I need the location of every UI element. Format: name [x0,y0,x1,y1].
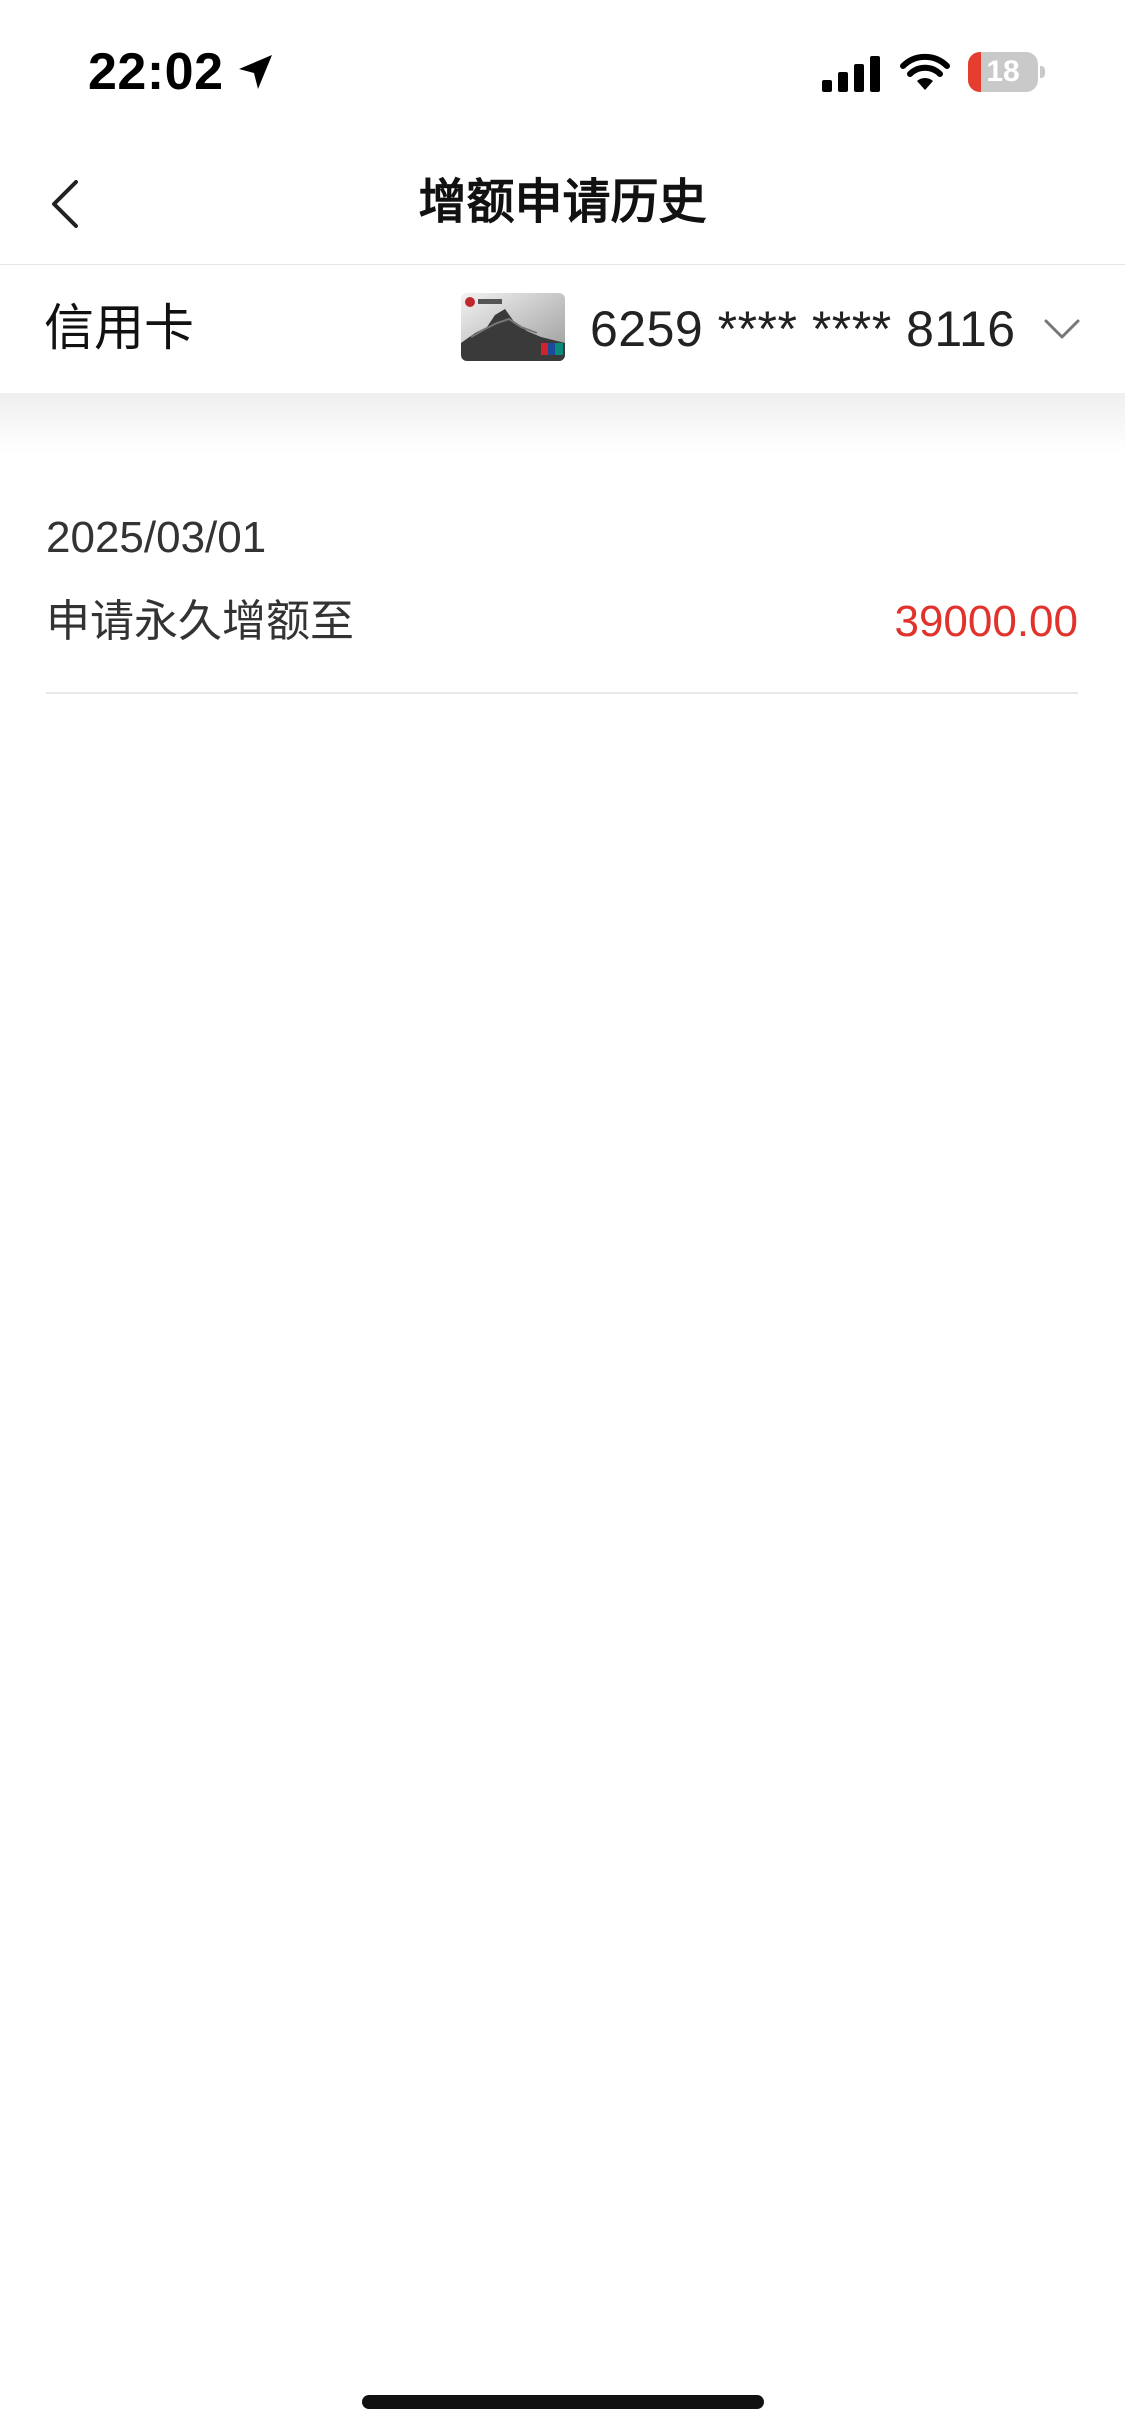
battery-body: 18 [968,52,1038,92]
battery-indicator: 18 [968,52,1045,92]
card-number: 6259 **** **** 8116 [590,301,1016,357]
battery-level: 18 [986,55,1020,88]
history-record: 2025/03/01 申请永久增额至 39000.00 [46,490,1078,694]
status-time: 22:02 [88,43,224,101]
record-description: 申请永久增额至 [46,597,354,646]
record-amount: 39000.00 [894,597,1078,646]
section-divider [0,393,1125,453]
card-selector[interactable]: 6259 **** **** 8116 [460,291,1090,367]
card-row: 信用卡 6259 **** **** 8116 [0,265,1125,393]
nav-bar: 增额申请历史 [0,140,1125,265]
credit-card-image [461,293,565,361]
status-bar: 22:02 18 [0,0,1125,140]
location-arrow-icon [239,55,272,89]
home-indicator[interactable] [362,2395,764,2409]
card-thumbnail [461,293,565,361]
chevron-down-icon [1044,319,1080,339]
record-date: 2025/03/01 [46,513,267,562]
page-title: 增额申请历史 [418,176,707,229]
cellular-signal-icon [822,56,880,92]
card-type-label: 信用卡 [44,300,194,356]
wifi-icon [900,53,950,90]
battery-tip [1040,66,1045,78]
